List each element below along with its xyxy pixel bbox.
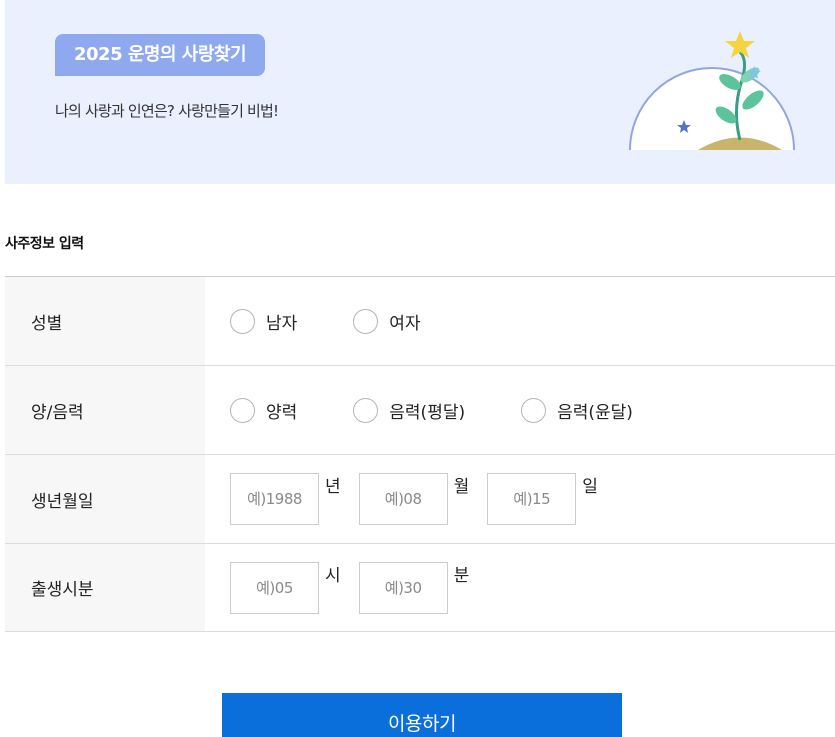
birthtime-label: 출생시분 <box>5 544 205 631</box>
radio-circle[interactable] <box>353 397 379 423</box>
radio-circle[interactable] <box>230 397 255 423</box>
dome-arc <box>629 67 795 151</box>
birth-year-input[interactable] <box>230 473 319 525</box>
birth-month-input[interactable] <box>358 473 448 525</box>
section-title: 사주정보 입력 <box>5 236 84 252</box>
radio-circle[interactable] <box>230 308 255 334</box>
banner: 2025 운명의 사랑찾기 나의 사랑과 인연은? 사랑만들기 비법! <box>5 0 835 184</box>
radio-label: 양력 <box>266 402 298 423</box>
gender-male-radio[interactable]: 남자 <box>230 308 298 334</box>
birthdate-row: 생년월일 년 월 일 <box>5 455 835 544</box>
birthdate-label: 생년월일 <box>5 455 205 543</box>
banner-subtitle: 나의 사랑과 인연은? 사랑만들기 비법! <box>55 102 279 120</box>
day-unit: 일 <box>582 477 598 497</box>
radio-label: 여자 <box>389 313 421 334</box>
radio-circle[interactable] <box>353 308 379 334</box>
calendar-options: 양력 음력(평달) 음력(윤달) <box>205 366 835 454</box>
birth-day-input[interactable] <box>487 473 577 525</box>
birthtime-row: 출생시분 시 분 <box>5 544 835 632</box>
calendar-label: 양/음력 <box>5 366 205 454</box>
year-unit: 년 <box>325 477 341 497</box>
gender-label: 성별 <box>5 277 205 365</box>
submit-button[interactable]: 이용하기 <box>222 693 622 737</box>
banner-badge: 2025 운명의 사랑찾기 <box>55 34 266 76</box>
month-unit: 월 <box>453 477 470 497</box>
radio-label: 음력(윤달) <box>557 402 633 423</box>
hour-unit: 시 <box>325 566 341 586</box>
birth-minute-input[interactable] <box>358 561 448 614</box>
gender-row: 성별 남자 여자 <box>5 277 835 366</box>
radio-label: 남자 <box>266 313 298 334</box>
lunar-normal-radio[interactable]: 음력(평달) <box>353 397 466 423</box>
lunar-leap-radio[interactable]: 음력(윤달) <box>521 397 633 423</box>
solar-radio[interactable]: 양력 <box>230 397 298 423</box>
gender-options: 남자 여자 <box>205 277 835 365</box>
sprout-illustration <box>629 31 795 151</box>
birthdate-inputs: 년 월 일 <box>205 455 835 543</box>
minute-unit: 분 <box>453 566 470 586</box>
gender-female-radio[interactable]: 여자 <box>353 308 421 334</box>
radio-label: 음력(평달) <box>389 402 466 423</box>
birthtime-inputs: 시 분 <box>205 544 835 631</box>
radio-circle[interactable] <box>521 397 547 423</box>
birth-hour-input[interactable] <box>230 561 319 614</box>
calendar-row: 양/음력 양력 음력(평달) 음력(윤달) <box>5 366 835 455</box>
saju-form: 성별 남자 여자 양/음력 양력 음력(평달) 음력(윤달) 생년월일 예)19… <box>5 276 835 632</box>
